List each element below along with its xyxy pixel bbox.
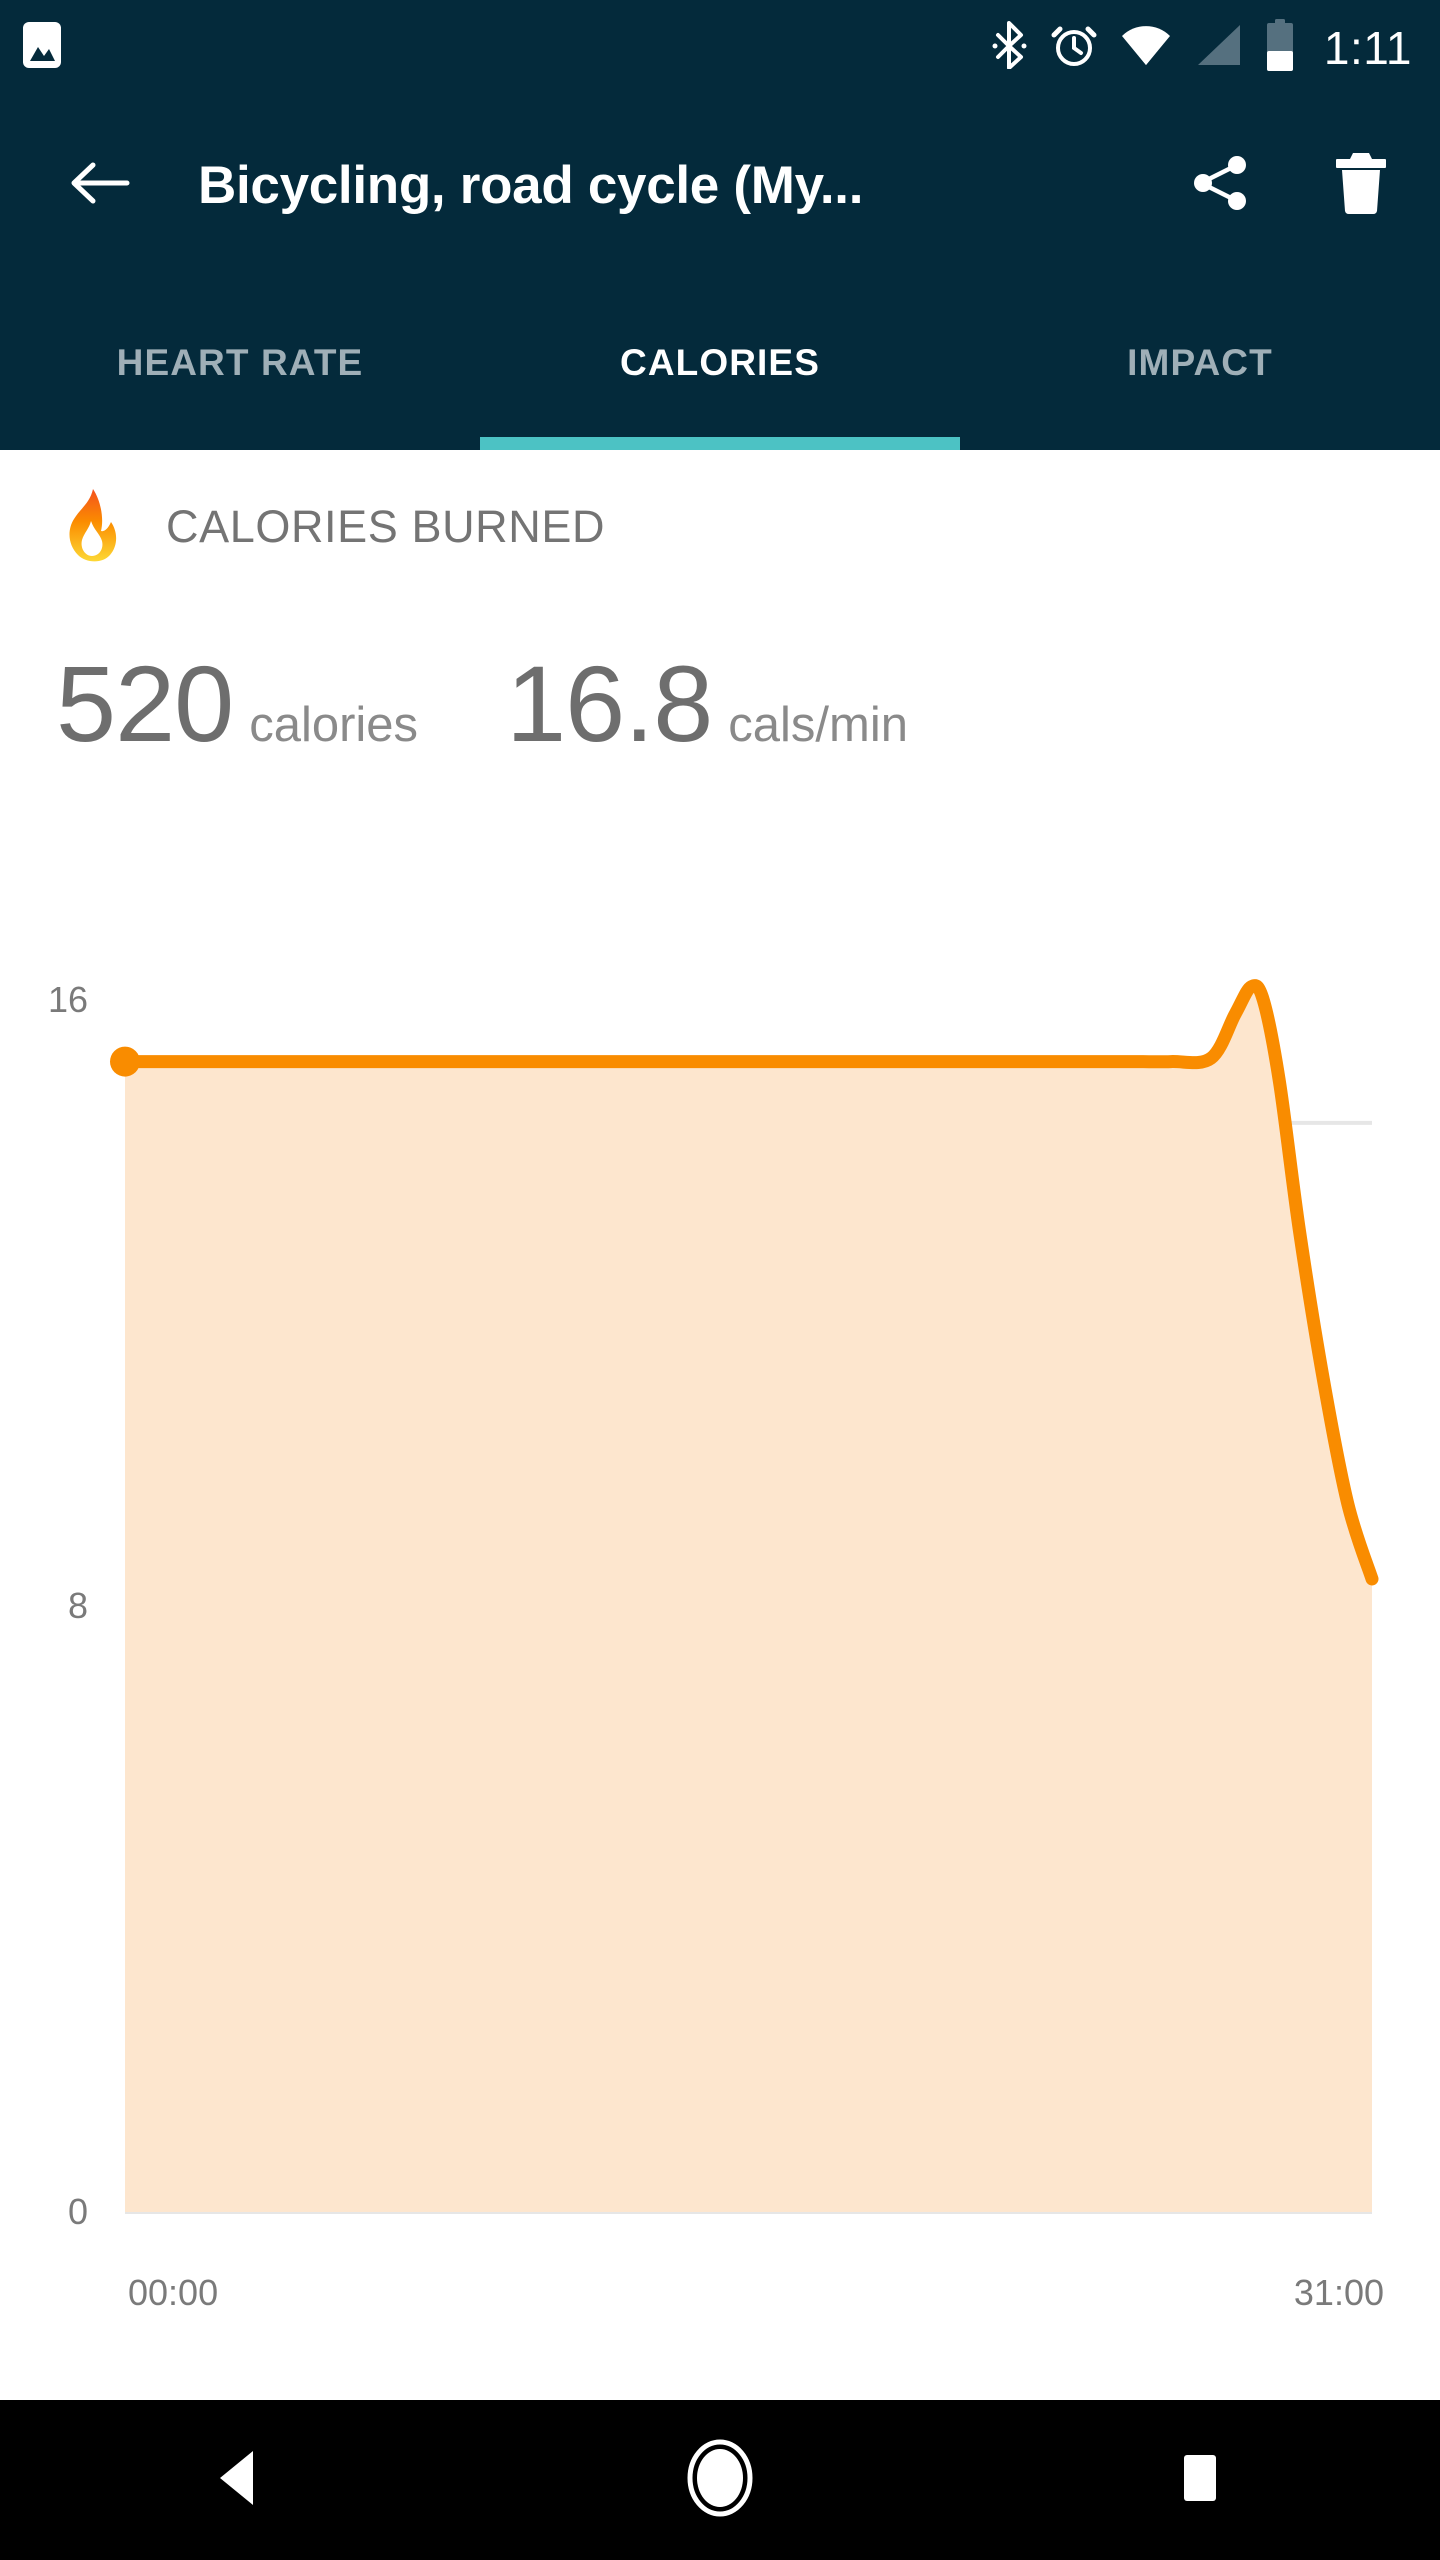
x-axis-tick-start: 00:00 bbox=[128, 2272, 219, 2313]
phone-screen: 1:11 Bicycling, road cycle (My... HEART … bbox=[0, 0, 1440, 2560]
delete-button[interactable] bbox=[1322, 146, 1400, 224]
calories-panel: CALORIES BURNED 520 calories 16.8 cals/m… bbox=[0, 450, 1440, 2400]
share-icon bbox=[1189, 151, 1253, 220]
status-bar: 1:11 bbox=[0, 0, 1440, 95]
tab-label: CALORIES bbox=[620, 341, 820, 383]
section-title: CALORIES BURNED bbox=[166, 501, 606, 552]
status-bar-right: 1:11 bbox=[990, 19, 1412, 76]
tab-calories[interactable]: CALORIES bbox=[480, 275, 960, 450]
stat-unit: calories bbox=[249, 698, 419, 752]
stats-row: 520 calories 16.8 cals/min bbox=[56, 650, 908, 758]
nav-back-icon bbox=[213, 2448, 267, 2513]
tab-bar: HEART RATE CALORIES IMPACT bbox=[0, 275, 1440, 450]
share-button[interactable] bbox=[1182, 146, 1260, 224]
flame-icon bbox=[56, 485, 126, 569]
cellular-signal-icon bbox=[1194, 23, 1242, 72]
back-button[interactable] bbox=[60, 145, 140, 225]
section-header: CALORIES BURNED bbox=[56, 485, 605, 569]
stat-unit: cals/min bbox=[728, 698, 908, 752]
tab-impact[interactable]: IMPACT bbox=[960, 275, 1440, 450]
page-title: Bicycling, road cycle (My... bbox=[198, 155, 864, 215]
stat-total-calories: 520 calories bbox=[56, 650, 418, 758]
stat-value: 520 bbox=[56, 643, 234, 764]
stat-calorie-rate: 16.8 cals/min bbox=[506, 650, 908, 758]
nav-recents-button[interactable] bbox=[960, 2400, 1440, 2560]
photo-icon bbox=[22, 21, 62, 74]
nav-recents-icon bbox=[1173, 2448, 1227, 2513]
nav-home-icon bbox=[685, 2439, 755, 2522]
battery-icon bbox=[1264, 19, 1296, 76]
tab-heart-rate[interactable]: HEART RATE bbox=[0, 275, 480, 450]
arrow-back-icon bbox=[69, 157, 131, 214]
y-axis-tick-0: 0 bbox=[68, 2191, 89, 2232]
app-bar: Bicycling, road cycle (My... bbox=[0, 95, 1440, 275]
nav-home-button[interactable] bbox=[480, 2400, 960, 2560]
active-tab-indicator bbox=[480, 437, 960, 450]
stat-value: 16.8 bbox=[506, 643, 713, 764]
y-axis-tick-8: 8 bbox=[68, 1585, 89, 1626]
alarm-icon bbox=[1050, 21, 1098, 74]
tab-label: HEART RATE bbox=[116, 341, 364, 383]
status-bar-clock: 1:11 bbox=[1323, 21, 1412, 74]
android-navigation-bar bbox=[0, 2400, 1440, 2560]
nav-back-button[interactable] bbox=[0, 2400, 480, 2560]
y-axis-tick-16: 16 bbox=[48, 979, 89, 1020]
wifi-icon bbox=[1120, 23, 1172, 72]
tab-label: IMPACT bbox=[1127, 341, 1273, 383]
status-bar-left bbox=[22, 21, 62, 74]
bluetooth-icon bbox=[990, 21, 1028, 74]
x-axis-tick-end: 31:00 bbox=[1293, 2272, 1384, 2313]
app-bar-actions bbox=[1182, 146, 1400, 224]
trash-icon bbox=[1333, 149, 1389, 222]
